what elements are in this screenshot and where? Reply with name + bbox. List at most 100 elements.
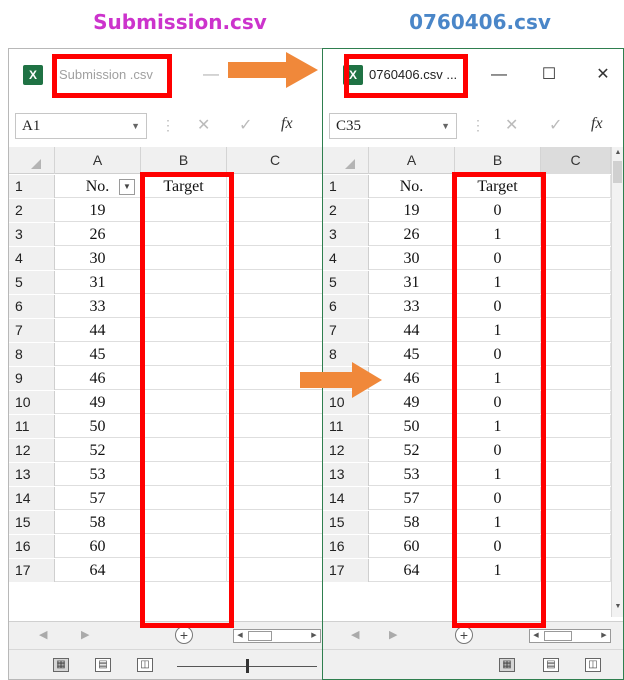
- sheet-nav-prev-icon[interactable]: ◀: [39, 628, 47, 641]
- cell-a[interactable]: 57: [55, 487, 141, 510]
- cell-a[interactable]: 30: [55, 247, 141, 270]
- cell-c[interactable]: [227, 295, 322, 318]
- scroll-right-icon[interactable]: ▶: [598, 630, 610, 642]
- minimize-icon[interactable]: —: [487, 63, 511, 87]
- normal-view-icon[interactable]: ▦: [53, 658, 69, 672]
- cell-b[interactable]: 1: [455, 319, 541, 342]
- row-header[interactable]: 1: [323, 175, 369, 198]
- sheet-nav-next-icon[interactable]: ▶: [389, 628, 397, 641]
- row-header[interactable]: 8: [9, 343, 55, 366]
- row-header[interactable]: 2: [9, 199, 55, 222]
- cell-b[interactable]: 1: [455, 559, 541, 582]
- vertical-scrollbar[interactable]: ▲ ▼: [611, 147, 623, 617]
- cell-c[interactable]: [541, 439, 611, 462]
- cell-c[interactable]: [227, 319, 322, 342]
- row-header[interactable]: 17: [323, 559, 369, 582]
- row-header[interactable]: 2: [323, 199, 369, 222]
- cell-a[interactable]: 50: [369, 415, 455, 438]
- row-header[interactable]: 6: [323, 295, 369, 318]
- scroll-down-icon[interactable]: ▼: [613, 603, 623, 615]
- cell-c[interactable]: [227, 559, 322, 582]
- cancel-icon[interactable]: ✕: [197, 115, 210, 135]
- cell-b[interactable]: [141, 367, 227, 390]
- cell-c[interactable]: [541, 415, 611, 438]
- row-header[interactable]: 13: [323, 463, 369, 486]
- horizontal-scrollbar[interactable]: ◀ ▶: [233, 629, 321, 643]
- cell-a[interactable]: 57: [369, 487, 455, 510]
- cell-c[interactable]: [227, 247, 322, 270]
- cell-a[interactable]: 53: [369, 463, 455, 486]
- row-header[interactable]: 11: [323, 415, 369, 438]
- cell-c[interactable]: [541, 511, 611, 534]
- cell-a[interactable]: 58: [369, 511, 455, 534]
- cell-a[interactable]: 45: [55, 343, 141, 366]
- cell-b[interactable]: [141, 487, 227, 510]
- cell-a[interactable]: 33: [55, 295, 141, 318]
- row-header[interactable]: 6: [9, 295, 55, 318]
- cell-b[interactable]: [141, 391, 227, 414]
- cell-a[interactable]: 60: [369, 535, 455, 558]
- cell-b[interactable]: [141, 199, 227, 222]
- cell-b[interactable]: [141, 343, 227, 366]
- cell-c[interactable]: [227, 271, 322, 294]
- cell-c[interactable]: [541, 271, 611, 294]
- cell-a[interactable]: 26: [55, 223, 141, 246]
- scroll-left-icon[interactable]: ◀: [530, 630, 542, 642]
- column-header-b[interactable]: B: [141, 147, 227, 174]
- row-header[interactable]: 16: [9, 535, 55, 558]
- cell-b[interactable]: 0: [455, 391, 541, 414]
- column-header-a[interactable]: A: [55, 147, 141, 174]
- cell-b[interactable]: 0: [455, 199, 541, 222]
- column-header-c[interactable]: C: [227, 147, 322, 174]
- select-all-corner[interactable]: [9, 147, 55, 174]
- cell-b[interactable]: 1: [455, 415, 541, 438]
- cell-b[interactable]: [141, 559, 227, 582]
- cell-c[interactable]: [541, 199, 611, 222]
- cell-b[interactable]: [141, 247, 227, 270]
- row-header[interactable]: 4: [323, 247, 369, 270]
- cell-a[interactable]: 60: [55, 535, 141, 558]
- cell-b[interactable]: [141, 535, 227, 558]
- zoom-slider-thumb[interactable]: [246, 659, 249, 673]
- cell-c[interactable]: [541, 535, 611, 558]
- row-header[interactable]: 15: [9, 511, 55, 534]
- scrollbar-thumb[interactable]: [613, 161, 622, 183]
- cell-c[interactable]: [541, 367, 611, 390]
- cell-a[interactable]: 53: [55, 463, 141, 486]
- column-header-a[interactable]: A: [369, 147, 455, 174]
- cell-a[interactable]: 50: [55, 415, 141, 438]
- cell-c[interactable]: [541, 559, 611, 582]
- cell-c[interactable]: [541, 487, 611, 510]
- cell-a[interactable]: 19: [55, 199, 141, 222]
- row-header[interactable]: 15: [323, 511, 369, 534]
- cell-b[interactable]: 0: [455, 295, 541, 318]
- row-header[interactable]: 11: [9, 415, 55, 438]
- row-header[interactable]: 5: [323, 271, 369, 294]
- page-layout-icon[interactable]: ▤: [543, 658, 559, 672]
- normal-view-icon[interactable]: ▦: [499, 658, 515, 672]
- cell-b[interactable]: [141, 439, 227, 462]
- row-header[interactable]: 12: [323, 439, 369, 462]
- cell-c[interactable]: [541, 175, 611, 198]
- minimize-icon[interactable]: —: [199, 63, 223, 87]
- cell-c[interactable]: [541, 463, 611, 486]
- cell-c[interactable]: [541, 319, 611, 342]
- cell-b[interactable]: [141, 319, 227, 342]
- row-header[interactable]: 3: [9, 223, 55, 246]
- sheet-nav-next-icon[interactable]: ▶: [81, 628, 89, 641]
- cell-c[interactable]: [227, 223, 322, 246]
- filter-dropdown-icon[interactable]: ▼: [119, 179, 135, 195]
- cell-a[interactable]: 31: [369, 271, 455, 294]
- row-header[interactable]: 3: [323, 223, 369, 246]
- check-icon[interactable]: ✓: [549, 115, 562, 135]
- close-icon[interactable]: ✕: [591, 63, 615, 87]
- row-header[interactable]: 17: [9, 559, 55, 582]
- cancel-icon[interactable]: ✕: [505, 115, 518, 135]
- cell-b[interactable]: Target: [455, 175, 541, 198]
- cell-b[interactable]: 0: [455, 535, 541, 558]
- cell-c[interactable]: [227, 487, 322, 510]
- scroll-up-icon[interactable]: ▲: [613, 149, 623, 161]
- cell-b[interactable]: 1: [455, 463, 541, 486]
- column-header-b[interactable]: B: [455, 147, 541, 174]
- cell-b[interactable]: 0: [455, 439, 541, 462]
